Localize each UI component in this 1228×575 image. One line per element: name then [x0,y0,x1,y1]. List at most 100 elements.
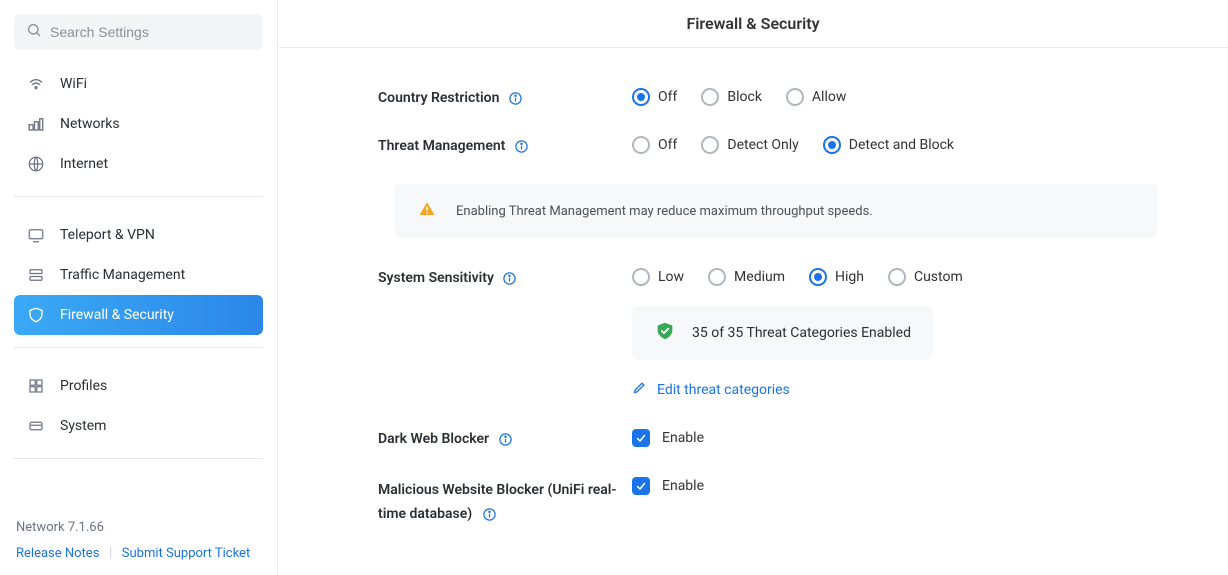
info-icon[interactable] [482,506,498,522]
radio-sensitivity-high[interactable]: High [809,268,864,286]
radio-country-off[interactable]: Off [632,88,677,106]
label-text: Country Restriction [378,90,499,106]
radio-label: Allow [812,89,846,105]
version-text: Network 7.1.66 [16,520,261,535]
info-icon[interactable] [513,138,529,154]
search-box[interactable] [14,14,263,50]
warning-icon [418,200,436,222]
label-text: System Sensitivity [378,270,494,286]
sidebar-item-teleport-vpn[interactable]: Teleport & VPN [14,215,263,255]
sidebar-item-networks[interactable]: Networks [14,104,263,144]
radio-sensitivity-low[interactable]: Low [632,268,684,286]
radio-circle [701,136,719,154]
sidebar-item-internet[interactable]: Internet [14,144,263,184]
info-icon[interactable] [502,270,518,286]
checkbox-malicious-website[interactable]: Enable [632,477,1158,495]
radio-group-sensitivity: Low Medium High Custom [632,268,1158,286]
edit-threat-categories-link[interactable]: Edit threat categories [632,380,790,399]
globe-icon [26,154,46,174]
threat-categories-status: 35 of 35 Threat Categories Enabled [632,306,933,360]
radio-country-allow[interactable]: Allow [786,88,846,106]
release-notes-link[interactable]: Release Notes [16,546,99,561]
radio-circle [632,268,650,286]
radio-sensitivity-custom[interactable]: Custom [888,268,963,286]
field-label: Threat Management [378,136,632,154]
wifi-icon [26,74,46,94]
sidebar-item-label: System [60,418,106,434]
row-dark-web-blocker: Dark Web Blocker Enable [378,429,1158,447]
radio-threat-detect-only[interactable]: Detect Only [701,136,798,154]
row-system-sensitivity: System Sensitivity Low Medium [378,268,1158,399]
sidebar-item-label: Networks [60,116,120,132]
support-ticket-link[interactable]: Submit Support Ticket [122,546,250,561]
sidebar-item-label: Traffic Management [60,267,185,283]
radio-country-block[interactable]: Block [701,88,762,106]
field-label: System Sensitivity [378,268,632,286]
sidebar-item-firewall-security[interactable]: Firewall & Security [14,295,263,335]
main-content: Firewall & Security Country Restriction … [278,0,1228,575]
radio-label: Low [658,269,684,285]
radio-circle [786,88,804,106]
teleport-icon [26,225,46,245]
label-text: Threat Management [378,138,505,154]
search-input[interactable] [50,24,251,40]
traffic-icon [26,265,46,285]
radio-circle [823,136,841,154]
row-malicious-website-blocker: Malicious Website Blocker (UniFi real-ti… [378,477,1158,527]
radio-circle [632,88,650,106]
radio-label: High [835,269,864,285]
radio-circle [632,136,650,154]
radio-sensitivity-medium[interactable]: Medium [708,268,785,286]
radio-label: Off [658,89,677,105]
profiles-icon [26,376,46,396]
radio-threat-off[interactable]: Off [632,136,677,154]
radio-label: Off [658,137,677,153]
sidebar-item-traffic-management[interactable]: Traffic Management [14,255,263,295]
radio-label: Detect Only [727,137,798,153]
threat-status-text: 35 of 35 Threat Categories Enabled [692,325,911,341]
alert-throughput-warning: Enabling Threat Management may reduce ma… [394,184,1158,238]
field-label: Country Restriction [378,88,632,106]
pencil-icon [632,380,647,399]
radio-circle [708,268,726,286]
sidebar-item-label: Internet [60,156,108,172]
sidebar-item-label: Firewall & Security [60,307,174,323]
main-body: Country Restriction Off Block [278,48,1228,575]
sidebar-item-wifi[interactable]: WiFi [14,64,263,104]
sidebar-item-system[interactable]: System [14,406,263,446]
radio-label: Block [727,89,762,105]
info-icon[interactable] [497,431,513,447]
sidebar-item-label: Teleport & VPN [60,227,155,243]
sidebar-item-profiles[interactable]: Profiles [14,366,263,406]
shield-check-icon [654,320,676,346]
divider [14,458,263,459]
row-threat-management: Threat Management Off Detect Only [378,136,1158,154]
radio-circle [809,268,827,286]
shield-icon [26,305,46,325]
checkbox-box [632,477,650,495]
checkbox-dark-web[interactable]: Enable [632,429,1158,447]
row-country-restriction: Country Restriction Off Block [378,88,1158,106]
search-icon [26,22,42,42]
page-title: Firewall & Security [278,14,1228,33]
main-header: Firewall & Security [278,0,1228,48]
info-icon[interactable] [507,90,523,106]
radio-threat-detect-block[interactable]: Detect and Block [823,136,954,154]
divider [14,347,263,348]
checkbox-label: Enable [662,478,704,494]
alert-text: Enabling Threat Management may reduce ma… [456,204,873,219]
checkbox-label: Enable [662,430,704,446]
checkbox-box [632,429,650,447]
field-label: Dark Web Blocker [378,429,632,447]
separator: | [109,545,112,561]
sidebar-item-label: Profiles [60,378,107,394]
field-label: Malicious Website Blocker (UniFi real-ti… [378,477,632,527]
label-text: Dark Web Blocker [378,431,489,447]
radio-label: Custom [914,269,963,285]
radio-circle [701,88,719,106]
radio-label: Detect and Block [849,137,954,153]
sidebar: WiFi Networks Internet Telepor [0,0,278,575]
system-icon [26,416,46,436]
divider [14,196,263,197]
sidebar-footer: Network 7.1.66 Release Notes | Submit Su… [14,512,263,561]
